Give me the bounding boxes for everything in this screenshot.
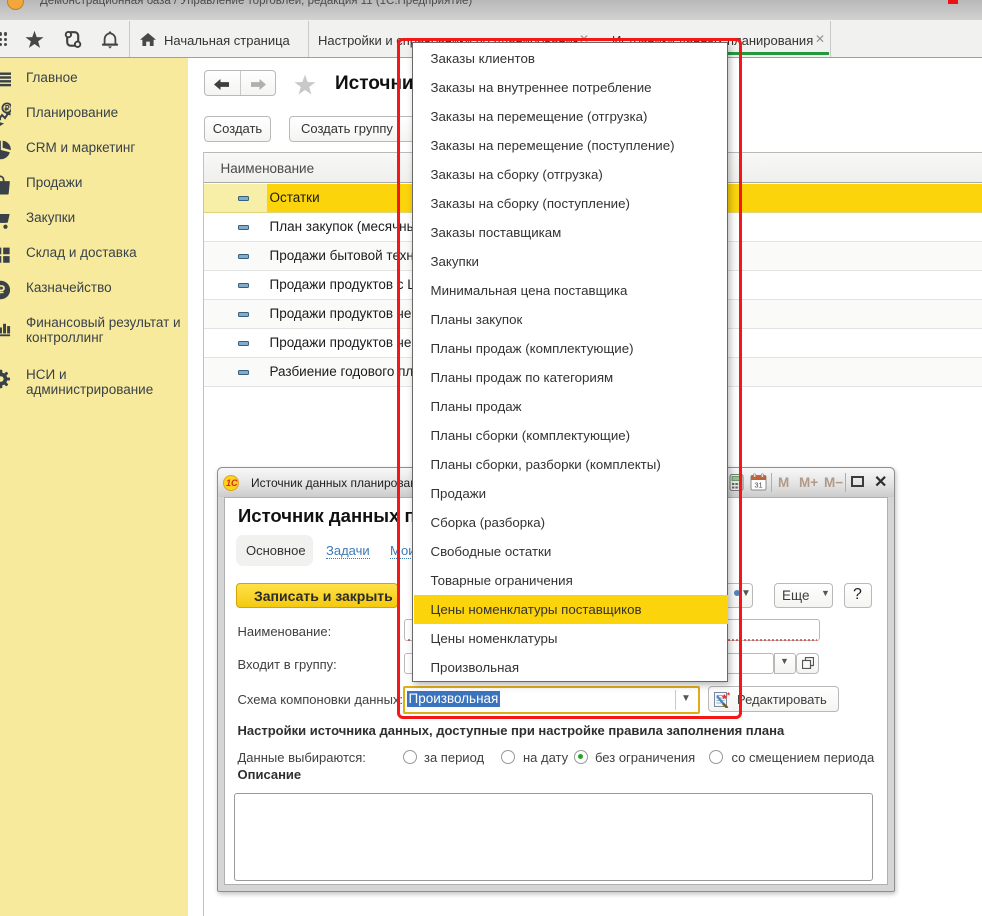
svg-text:31: 31 [754,481,762,490]
svg-text:₽: ₽ [0,283,5,297]
